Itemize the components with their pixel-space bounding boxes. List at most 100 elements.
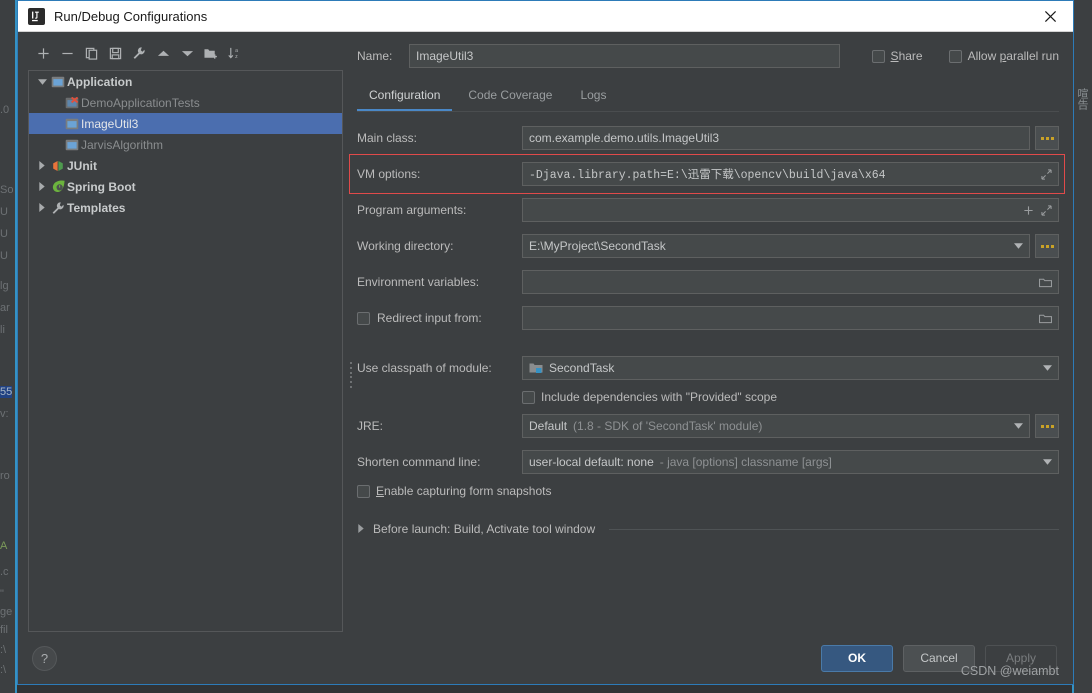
redirect-input-label: Redirect input from: — [377, 311, 482, 325]
application-icon — [63, 118, 81, 130]
share-checkbox[interactable]: Share — [871, 49, 923, 63]
configurations-pane: az Application DemoApplicationTests ImageU… — [18, 32, 343, 632]
folder-icon[interactable] — [1039, 277, 1052, 288]
jre-value: Default — [529, 419, 568, 433]
chevron-down-icon[interactable] — [1007, 235, 1029, 257]
chevron-right-icon[interactable] — [357, 522, 365, 536]
include-provided-checkbox-box[interactable] — [522, 390, 535, 404]
expand-diagonal-icon[interactable] — [1041, 168, 1052, 180]
tab-configuration[interactable]: Configuration — [357, 82, 453, 111]
include-provided-checkbox[interactable]: Include dependencies with "Provided" sco… — [522, 390, 777, 404]
name-input[interactable] — [409, 44, 840, 68]
jre-row: JRE: Default (1.8 - SDK of 'SecondTask' … — [357, 414, 1059, 438]
wrench-icon — [49, 201, 67, 215]
capture-snapshots-checkbox-box[interactable] — [357, 484, 370, 498]
shorten-command-line-detail: - java [options] classname [args] — [659, 455, 832, 469]
shorten-command-line-combo[interactable]: user-local default: none - java [options… — [522, 450, 1059, 474]
working-directory-browse-button[interactable] — [1035, 234, 1059, 258]
vm-options-label: VM options: — [357, 167, 421, 181]
plus-icon[interactable] — [1023, 205, 1034, 216]
ellipsis-icon — [1040, 424, 1054, 428]
environment-variables-row: Environment variables: — [357, 270, 1059, 294]
edit-templates-button[interactable] — [128, 42, 150, 64]
name-label: Name: — [357, 49, 393, 63]
before-launch-section[interactable]: Before launch: Build, Activate tool wind… — [357, 522, 1059, 536]
sort-az-icon: az — [228, 46, 242, 60]
jre-value-detail: (1.8 - SDK of 'SecondTask' module) — [573, 419, 763, 433]
configurations-tree[interactable]: Application DemoApplicationTests ImageUtil… — [28, 70, 343, 632]
redirect-input-field[interactable] — [522, 306, 1059, 330]
allow-parallel-run-checkbox[interactable]: Allow parallel run — [948, 49, 1059, 63]
folder-icon[interactable] — [1039, 313, 1052, 324]
dialog-buttons: OK Cancel Apply — [821, 644, 1057, 672]
application-icon — [63, 139, 81, 151]
include-provided-label: Include dependencies with "Provided" sco… — [541, 390, 778, 404]
allow-parallel-run-checkbox-box[interactable] — [948, 49, 962, 63]
junit-icon — [49, 160, 67, 172]
tab-logs[interactable]: Logs — [568, 82, 618, 111]
folder-add-icon — [204, 47, 218, 60]
tree-node-templates[interactable]: Templates — [29, 197, 342, 218]
tree-node-label: Templates — [67, 200, 126, 215]
backdrop-text-fragment: " — [0, 588, 4, 600]
backdrop-text-fragment: ar — [0, 302, 10, 314]
add-configuration-button[interactable] — [32, 42, 54, 64]
expand-diagonal-icon[interactable] — [1041, 204, 1052, 216]
save-configuration-button[interactable] — [104, 42, 126, 64]
jre-browse-button[interactable] — [1035, 414, 1059, 438]
chevron-down-icon[interactable] — [1036, 357, 1058, 379]
vm-options-input[interactable]: -Djava.library.path=E:\迅雷下载\opencv\build… — [522, 162, 1059, 186]
before-launch-rule — [609, 528, 1059, 530]
chevron-right-icon[interactable] — [35, 182, 49, 191]
backdrop-text-fragment: :\ — [0, 644, 7, 656]
tree-node-jarvisalgorithm[interactable]: JarvisAlgorithm — [29, 134, 342, 155]
move-down-button[interactable] — [176, 42, 198, 64]
chevron-down-icon[interactable] — [1007, 415, 1029, 437]
main-class-browse-button[interactable] — [1035, 126, 1059, 150]
tab-code-coverage[interactable]: Code Coverage — [456, 82, 564, 111]
tree-node-application[interactable]: Application — [29, 71, 342, 92]
working-directory-label: Working directory: — [357, 239, 454, 253]
cancel-button[interactable]: Cancel — [903, 644, 975, 672]
tree-node-label: ImageUtil3 — [81, 116, 139, 131]
remove-configuration-button[interactable] — [56, 42, 78, 64]
jre-combo[interactable]: Default (1.8 - SDK of 'SecondTask' modul… — [522, 414, 1030, 438]
backdrop-text-fragment: 55 — [0, 386, 13, 398]
classpath-module-combo[interactable]: SecondTask — [522, 356, 1059, 380]
ok-button[interactable]: OK — [821, 644, 893, 672]
tree-node-junit[interactable]: JUnit — [29, 155, 342, 176]
sort-configurations-button[interactable]: az — [224, 42, 246, 64]
close-icon[interactable] — [1027, 1, 1073, 32]
tree-node-spring-boot[interactable]: Spring Boot — [29, 176, 342, 197]
working-directory-combo[interactable]: E:\MyProject\SecondTask — [522, 234, 1030, 258]
working-directory-value: E:\MyProject\SecondTask — [529, 239, 666, 253]
share-checkbox-box[interactable] — [871, 49, 885, 63]
program-arguments-row: Program arguments: — [357, 198, 1059, 222]
capture-snapshots-checkbox[interactable]: Enable capturing form snapshots — [357, 484, 551, 498]
tree-node-demoapplicationtests[interactable]: DemoApplicationTests — [29, 92, 342, 113]
intellij-idea-logo-icon — [28, 7, 45, 25]
main-class-input[interactable]: com.example.demo.utils.ImageUtil3 — [522, 126, 1030, 150]
chevron-right-icon[interactable] — [35, 161, 49, 170]
chevron-down-icon[interactable] — [35, 78, 49, 85]
copy-configuration-button[interactable] — [80, 42, 102, 64]
shorten-command-line-value: user-local default: none — [529, 455, 654, 469]
backdrop-text-fragment: lg — [0, 280, 9, 292]
help-icon[interactable]: ? — [32, 645, 57, 671]
move-up-button[interactable] — [152, 42, 174, 64]
editor-tabs[interactable]: Configuration Code Coverage Logs — [357, 78, 1059, 111]
environment-variables-input[interactable] — [522, 270, 1059, 294]
minus-icon — [61, 47, 74, 60]
program-arguments-input[interactable] — [522, 198, 1059, 222]
chevron-right-icon[interactable] — [35, 203, 49, 212]
share-label: Share — [890, 49, 923, 63]
tree-node-label: Spring Boot — [67, 179, 136, 194]
redirect-input-checkbox[interactable] — [357, 311, 370, 325]
capture-snapshots-label: Enable capturing form snapshots — [376, 484, 552, 498]
chevron-down-icon[interactable] — [1036, 451, 1058, 473]
create-folder-button[interactable] — [200, 42, 222, 64]
tree-node-imageutil3[interactable]: ImageUtil3 — [29, 113, 342, 134]
dialog-body: az Application DemoApplicationTests ImageU… — [18, 32, 1073, 632]
arrow-up-icon — [157, 49, 170, 58]
vm-options-value: -Djava.library.path=E:\迅雷下载\opencv\build… — [529, 169, 886, 182]
